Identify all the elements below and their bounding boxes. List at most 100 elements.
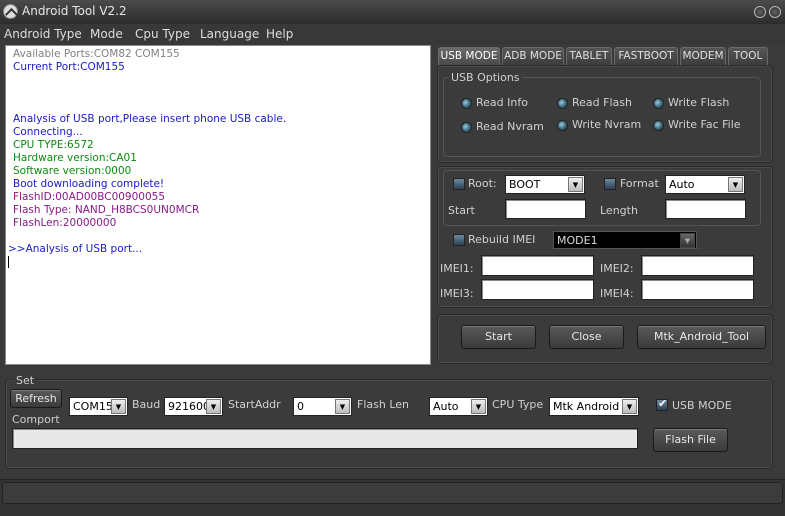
- set-title: Set: [14, 374, 37, 387]
- start-label: Start: [448, 204, 475, 217]
- flash-file-button[interactable]: Flash File: [653, 428, 728, 452]
- write-flash-label: Write Flash: [668, 96, 730, 109]
- log-line: Flash Type: NAND_H8BCS0UN0MCR: [13, 204, 200, 216]
- app-icon: [3, 4, 18, 19]
- chevron-down-icon: ▼: [111, 399, 126, 414]
- status-field: [2, 482, 783, 504]
- window-title: Android Tool V2.2: [22, 4, 127, 18]
- write-flash-radio[interactable]: [653, 98, 664, 109]
- menu-help[interactable]: Help: [266, 27, 293, 41]
- start-input[interactable]: [505, 199, 586, 219]
- format-select-value: Auto: [669, 178, 695, 191]
- write-nvram-label: Write Nvram: [572, 118, 642, 131]
- flash-len-value: Auto: [433, 400, 459, 413]
- menu-language[interactable]: Language: [200, 27, 259, 41]
- log-line: FlashLen:20000000: [13, 217, 117, 229]
- log-line: Hardware version:CA01: [13, 152, 137, 164]
- log-line: >>Analysis of USB port...: [8, 243, 143, 255]
- comport-field[interactable]: [12, 428, 638, 449]
- read-flash-radio[interactable]: [557, 98, 568, 109]
- root-select-value: BOOT: [509, 178, 541, 191]
- imei3-input[interactable]: [481, 279, 594, 300]
- imei2-label: IMEI2:: [600, 262, 634, 275]
- cpu-type-label: CPU Type: [492, 398, 544, 411]
- log-line: FlashID:00AD00BC00900055: [13, 191, 166, 203]
- chevron-down-icon: ▼: [335, 399, 350, 414]
- tab-tablet[interactable]: TABLET: [566, 47, 612, 65]
- imei1-input[interactable]: [481, 255, 594, 276]
- text-caret: [8, 256, 9, 268]
- menu-mode[interactable]: Mode: [90, 27, 123, 41]
- read-info-label: Read Info: [476, 96, 528, 109]
- log-line: Software version:0000: [13, 165, 132, 177]
- baud-label: Baud: [132, 398, 161, 411]
- rebuild-imei-label: Rebuild IMEI: [468, 233, 536, 246]
- root-label: Root:: [468, 177, 497, 190]
- chevron-down-icon: ▼: [622, 399, 637, 414]
- chevron-down-icon: ▼: [471, 399, 486, 414]
- chevron-down-icon: ▼: [568, 177, 583, 192]
- chevron-down-icon: ▼: [206, 399, 221, 414]
- imei2-input[interactable]: [641, 255, 754, 276]
- root-checkbox[interactable]: [453, 178, 465, 190]
- tab-fastboot[interactable]: FASTBOOT: [614, 47, 678, 65]
- rebuild-imei-checkbox[interactable]: [453, 234, 465, 246]
- start-button[interactable]: Start: [461, 325, 536, 349]
- menu-cpu-type[interactable]: Cpu Type: [135, 27, 190, 41]
- read-flash-label: Read Flash: [572, 96, 632, 109]
- flash-len-label: Flash Len: [357, 398, 409, 411]
- read-nvram-radio[interactable]: [461, 122, 472, 133]
- format-checkbox[interactable]: [604, 178, 616, 190]
- write-fac-file-radio[interactable]: [653, 120, 664, 131]
- format-label: Format: [620, 177, 659, 190]
- imei-mode-select[interactable]: MODE1 ▼: [553, 231, 697, 249]
- cpu-type-value: Mtk Android: [553, 400, 620, 413]
- length-input[interactable]: [665, 199, 746, 219]
- imei4-label: IMEI4:: [600, 287, 634, 300]
- write-nvram-radio[interactable]: [557, 120, 568, 131]
- format-select[interactable]: Auto ▼: [665, 175, 745, 194]
- baud-select[interactable]: 921600 ▼: [164, 397, 223, 416]
- imei1-label: IMEI1:: [440, 262, 474, 275]
- tab-usb-mode[interactable]: USB MODE: [438, 47, 500, 65]
- start-addr-select[interactable]: 0 ▼: [293, 397, 352, 416]
- length-label: Length: [600, 204, 638, 217]
- start-addr-value: 0: [297, 400, 304, 413]
- usb-mode-label: USB MODE: [672, 399, 732, 412]
- mtk-android-tool-button[interactable]: Mtk_Android_Tool: [637, 325, 766, 349]
- log-line: Current Port:COM155: [13, 61, 125, 73]
- tab-modem[interactable]: MODEM: [680, 47, 726, 65]
- refresh-button[interactable]: Refresh: [10, 389, 62, 408]
- tab-adb-mode[interactable]: ADB MODE: [502, 47, 564, 65]
- write-fac-file-label: Write Fac File: [668, 118, 741, 131]
- set-panel: [5, 379, 773, 469]
- imei4-input[interactable]: [641, 279, 754, 300]
- port-select[interactable]: COM155 ▼: [69, 397, 128, 416]
- log-line: Connecting...: [13, 126, 83, 138]
- log-line: Available Ports:COM82 COM155: [13, 48, 180, 60]
- log-line: CPU TYPE:6572: [13, 139, 94, 151]
- read-info-radio[interactable]: [461, 98, 472, 109]
- close-window-icon[interactable]: [769, 6, 781, 18]
- start-addr-label: StartAddr: [228, 398, 281, 411]
- flash-len-select[interactable]: Auto ▼: [429, 397, 488, 416]
- log-line: Analysis of USB port,Please insert phone…: [13, 113, 287, 125]
- chevron-down-icon: ▼: [680, 233, 695, 248]
- usb-mode-checkbox[interactable]: [656, 397, 668, 411]
- imei3-label: IMEI3:: [440, 287, 474, 300]
- minimize-icon[interactable]: [754, 6, 766, 18]
- comport-label: Comport: [12, 413, 60, 426]
- chevron-down-icon: ▼: [728, 177, 743, 192]
- tab-tool[interactable]: TOOL: [728, 47, 768, 65]
- log-output[interactable]: Available Ports:COM82 COM155 Current Por…: [5, 45, 431, 365]
- imei-mode-value: MODE1: [557, 234, 598, 247]
- menu-android-type[interactable]: Android Type: [4, 27, 82, 41]
- close-button[interactable]: Close: [549, 325, 624, 349]
- root-select[interactable]: BOOT ▼: [505, 175, 585, 194]
- cpu-type-select[interactable]: Mtk Android ▼: [549, 397, 639, 416]
- read-nvram-label: Read Nvram: [476, 120, 544, 133]
- baud-select-value: 921600: [168, 400, 210, 413]
- usb-options-title: USB Options: [449, 71, 522, 84]
- log-line: Boot downloading complete!: [13, 178, 165, 190]
- usb-options-group: [443, 77, 761, 157]
